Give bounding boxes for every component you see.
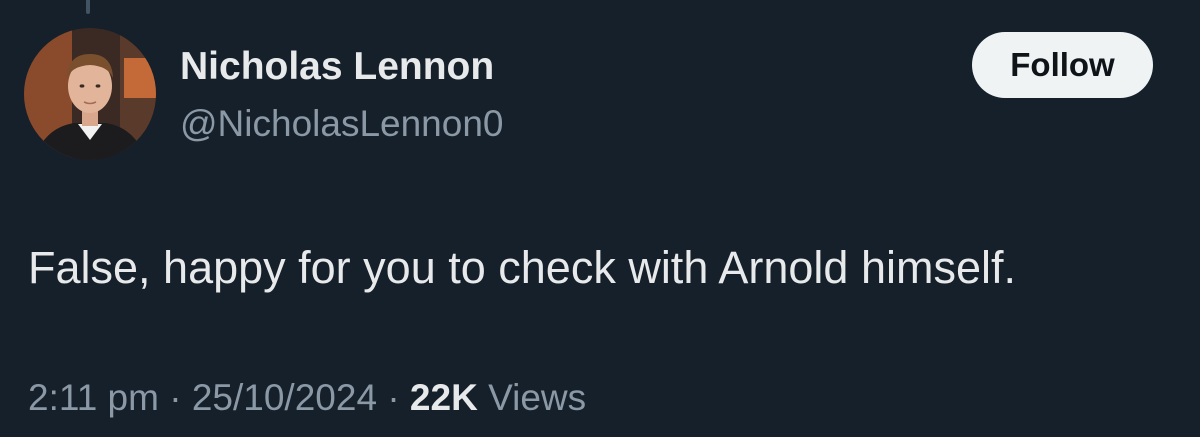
- author-name[interactable]: Nicholas Lennon: [180, 42, 494, 92]
- views-label: Views: [488, 377, 587, 418]
- avatar[interactable]: [24, 28, 156, 160]
- post-date[interactable]: 25/10/2024: [192, 377, 377, 418]
- thread-connector-line: [86, 0, 90, 14]
- meta-separator: ·: [169, 377, 182, 418]
- avatar-image: [24, 28, 156, 160]
- post-time[interactable]: 2:11 pm: [28, 377, 159, 418]
- meta-separator: ·: [387, 377, 400, 418]
- follow-button[interactable]: Follow: [972, 32, 1153, 98]
- post-meta: 2:11 pm · 25/10/2024 · 22K Views: [28, 372, 586, 424]
- views-count[interactable]: 22K: [410, 377, 478, 418]
- author-handle[interactable]: @NicholasLennon0: [180, 100, 504, 148]
- post-text: False, happy for you to check with Arnol…: [28, 242, 1016, 293]
